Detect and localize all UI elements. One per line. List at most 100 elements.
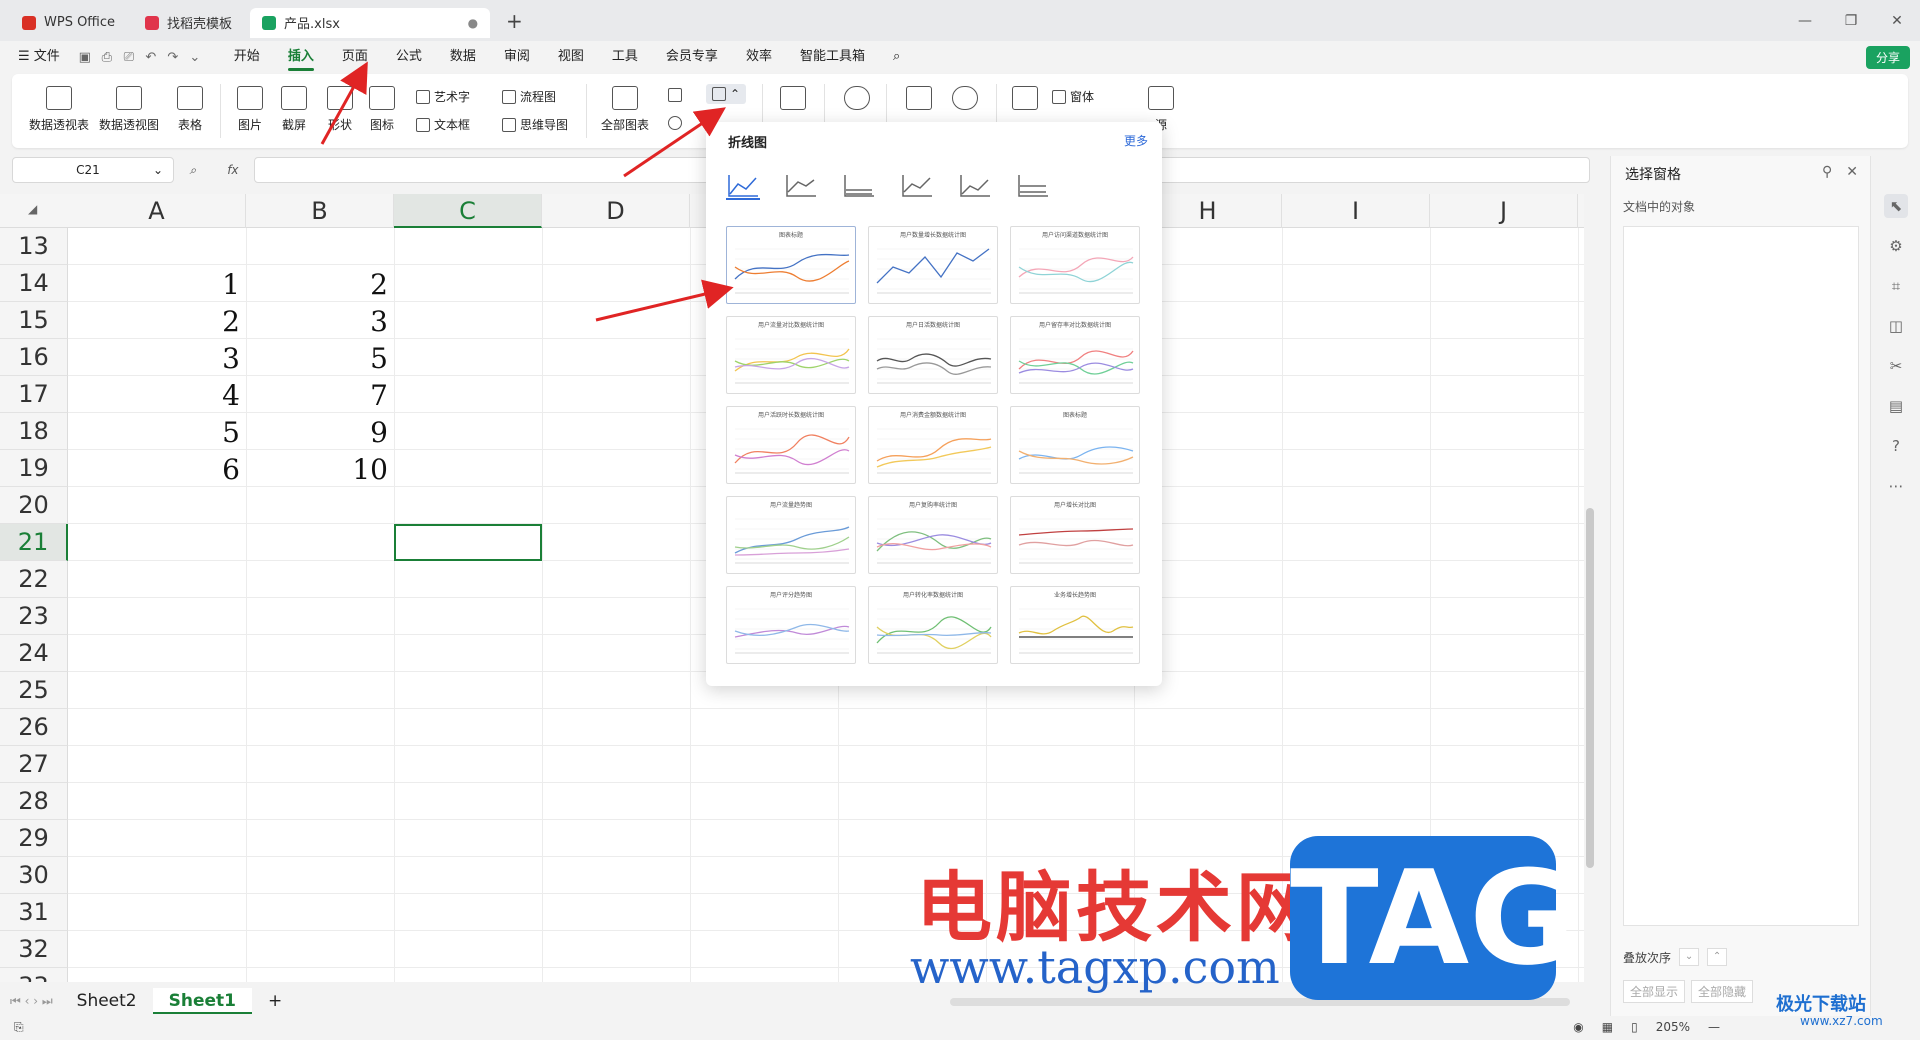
symbol-button[interactable] — [950, 86, 980, 116]
tab-template[interactable]: 找稻壳模板 — [133, 8, 244, 38]
menu-review[interactable]: 审阅 — [490, 41, 544, 73]
column-chart-button[interactable] — [668, 88, 686, 102]
format-icon[interactable]: ⌗ — [1884, 274, 1908, 298]
tools-icon[interactable]: ✂ — [1884, 354, 1908, 378]
select-all-icon[interactable]: ◢ — [28, 202, 37, 216]
more-link[interactable]: 更多 — [1124, 132, 1148, 149]
minimize-icon[interactable]: — — [1782, 13, 1828, 29]
chevron-down-icon[interactable]: ⌄ — [1679, 948, 1700, 966]
cell-b17[interactable]: 7 — [246, 376, 394, 413]
link-button[interactable] — [842, 86, 872, 116]
row-header-23[interactable]: 23 — [0, 598, 68, 635]
chart-template-14[interactable]: 用户转化率数据统计图 — [868, 586, 998, 664]
menu-data[interactable]: 数据 — [436, 41, 490, 73]
row-header-33[interactable]: 33 — [0, 968, 68, 982]
tab-product-xlsx[interactable]: 产品.xlsx ● — [250, 7, 491, 38]
row-header-13[interactable]: 13 — [0, 228, 68, 265]
all-charts-button[interactable]: 全部图表 — [596, 86, 654, 133]
new-tab-icon[interactable]: + — [506, 9, 523, 33]
cell-a19[interactable]: 6 — [68, 450, 246, 487]
chart-template-8[interactable]: 用户消费金额数据统计图 — [868, 406, 998, 484]
share-button[interactable]: 分享 — [1865, 46, 1910, 69]
more-icon[interactable]: ⋯ — [1884, 474, 1908, 498]
export-icon[interactable]: ⎙ — [96, 50, 118, 65]
menu-tools[interactable]: 工具 — [598, 41, 652, 73]
row-header-21[interactable]: 21 — [0, 524, 68, 561]
column-header-a[interactable]: A — [68, 194, 246, 228]
settings-sliders-icon[interactable]: ⚙ — [1884, 234, 1908, 258]
sheet-tab-sheet1[interactable]: Sheet1 — [152, 988, 252, 1014]
chart-template-9[interactable]: 图表标题 — [1010, 406, 1140, 484]
cell-a18[interactable]: 5 — [68, 413, 246, 450]
menu-page[interactable]: 页面 — [328, 41, 382, 73]
row-header-30[interactable]: 30 — [0, 857, 68, 894]
hide-all-button[interactable]: 全部隐藏 — [1691, 980, 1754, 1003]
chart-template-13[interactable]: 用户评分趋势图 — [726, 586, 856, 664]
fx-icon[interactable]: fx — [227, 163, 238, 178]
chart-template-2[interactable]: 用户数量增长数据统计图 — [868, 226, 998, 304]
macro-icon[interactable]: ⎘ — [14, 1020, 24, 1035]
chart-template-12[interactable]: 用户增长对比图 — [1010, 496, 1140, 574]
cell-b16[interactable]: 5 — [246, 339, 394, 376]
zoom-icon[interactable]: ⌕ — [189, 163, 196, 178]
chart-template-1[interactable]: 图表标题 — [726, 226, 856, 304]
screenshot-button[interactable]: 截屏 — [274, 86, 314, 133]
line-type-2-icon[interactable] — [784, 172, 818, 200]
window-form-button[interactable]: 窗体 — [1052, 88, 1094, 105]
select-cursor-icon[interactable]: ⬉ — [1884, 194, 1908, 218]
column-header-j[interactable]: J — [1430, 194, 1578, 228]
cell-b19[interactable]: 10 — [246, 450, 394, 487]
cell-a14[interactable]: 1 — [68, 265, 246, 302]
add-sheet-button[interactable]: + — [252, 988, 298, 1014]
row-header-32[interactable]: 32 — [0, 931, 68, 968]
row-header-24[interactable]: 24 — [0, 635, 68, 672]
row-header-27[interactable]: 27 — [0, 746, 68, 783]
cell-b18[interactable]: 9 — [246, 413, 394, 450]
cell-a16[interactable]: 3 — [68, 339, 246, 376]
cell-b14[interactable]: 2 — [246, 265, 394, 302]
chart-template-15[interactable]: 业务增长趋势图 — [1010, 586, 1140, 664]
attachment-button[interactable] — [1010, 86, 1040, 116]
menu-formula[interactable]: 公式 — [382, 41, 436, 73]
scroll-thumb[interactable] — [1586, 508, 1594, 868]
book-icon[interactable]: ▤ — [1884, 394, 1908, 418]
row-header-22[interactable]: 22 — [0, 561, 68, 598]
close-icon[interactable]: ✕ — [1846, 164, 1858, 180]
flowchart-button[interactable]: 流程图 — [502, 88, 556, 105]
tab-close-icon[interactable]: ● — [468, 16, 478, 30]
row-header-31[interactable]: 31 — [0, 894, 68, 931]
chevron-up-icon[interactable]: ⌃ — [1707, 948, 1728, 966]
name-box[interactable]: C21 ⌄ — [12, 157, 174, 183]
row-header-18[interactable]: 18 — [0, 413, 68, 450]
textbox-button[interactable]: 文本框 — [416, 116, 470, 133]
chart-template-4[interactable]: 用户流量对比数据统计图 — [726, 316, 856, 394]
chart-template-3[interactable]: 用户访问渠道数据统计图 — [1010, 226, 1140, 304]
show-all-button[interactable]: 全部显示 — [1623, 980, 1686, 1003]
redo-icon[interactable]: ↷ — [162, 50, 184, 65]
help-icon[interactable]: ? — [1884, 434, 1908, 458]
menu-member[interactable]: 会员专享 — [652, 41, 732, 73]
chart-template-10[interactable]: 用户流量趋势图 — [726, 496, 856, 574]
line-type-5-icon[interactable] — [958, 172, 992, 200]
chart-template-7[interactable]: 用户活跃时长数据统计图 — [726, 406, 856, 484]
line-type-4-icon[interactable] — [900, 172, 934, 200]
row-header-29[interactable]: 29 — [0, 820, 68, 857]
picture-button[interactable]: 图片 — [230, 86, 270, 133]
zoom-out-icon[interactable]: — — [1708, 1020, 1720, 1034]
menu-start[interactable]: 开始 — [220, 41, 274, 73]
column-header-c[interactable]: C — [394, 194, 542, 228]
close-icon[interactable]: ✕ — [1874, 13, 1920, 29]
page-view-icon[interactable]: ▯ — [1631, 1020, 1638, 1034]
mindmap-button[interactable]: 思维导图 — [502, 116, 568, 133]
tab-wps-office[interactable]: WPS Office — [10, 8, 127, 38]
search-icon[interactable]: ⌕ — [879, 41, 914, 73]
line-chart-button[interactable]: ⌃ — [706, 84, 747, 104]
column-header-b[interactable]: B — [246, 194, 394, 228]
print-icon[interactable]: ⎚ — [118, 50, 140, 65]
undo-icon[interactable]: ↶ — [140, 50, 162, 65]
restore-icon[interactable]: ❐ — [1828, 13, 1874, 29]
line-type-1-icon[interactable] — [726, 172, 760, 200]
row-header-25[interactable]: 25 — [0, 672, 68, 709]
vertical-scrollbar[interactable] — [1584, 228, 1596, 982]
chart-template-6[interactable]: 用户留存率对比数据统计图 — [1010, 316, 1140, 394]
